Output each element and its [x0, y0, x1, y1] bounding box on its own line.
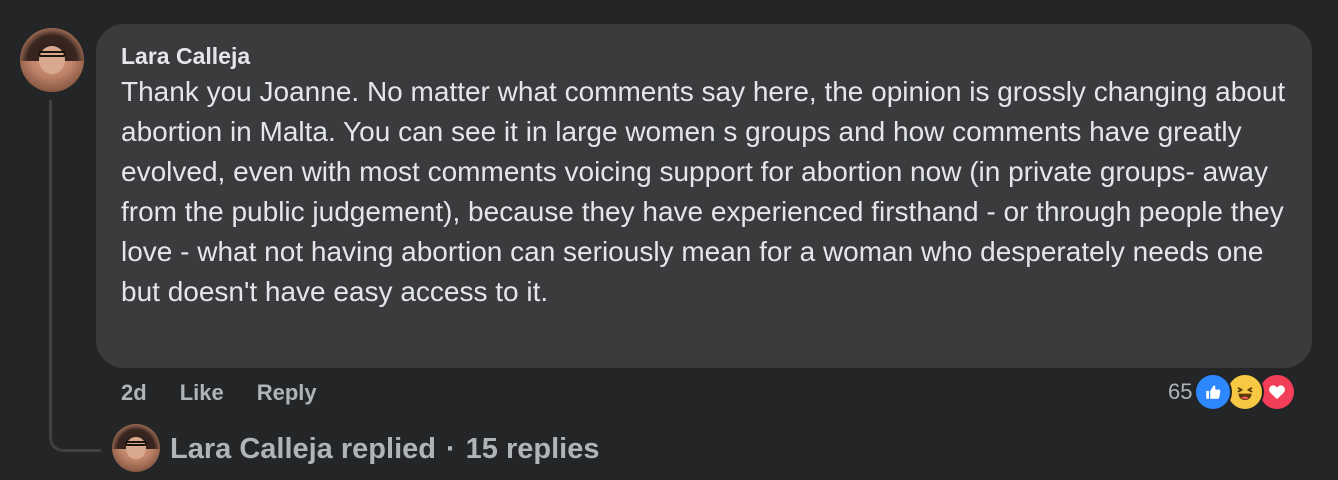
haha-icon — [1226, 373, 1265, 411]
author-avatar[interactable] — [20, 28, 84, 92]
reaction-count: 65 — [1168, 379, 1193, 404]
separator-dot: · — [445, 433, 456, 465]
love-icon — [1258, 373, 1297, 411]
comment-bubble: Lara Calleja Thank you Joanne. No matter… — [96, 24, 1312, 368]
like-button[interactable]: Like — [180, 380, 224, 406]
reply-count: 15 replies — [465, 433, 600, 465]
reply-button[interactable]: Reply — [257, 380, 317, 406]
reply-action-text: replied — [340, 433, 436, 465]
comment-author-name[interactable]: Lara Calleja — [121, 40, 1288, 72]
reply-author-name: Lara Calleja — [170, 433, 333, 465]
reply-author-avatar[interactable] — [112, 424, 160, 472]
comment-text: Thank you Joanne. No matter what comment… — [121, 76, 1286, 307]
reactions-summary[interactable]: 65 — [1168, 373, 1297, 411]
comment-timestamp[interactable]: 2d — [121, 380, 147, 406]
comment-actions: 2d Like Reply — [121, 377, 317, 409]
like-icon — [1194, 373, 1233, 411]
view-replies-link[interactable]: Lara Calleja replied · 15 replies — [170, 430, 599, 468]
thread-connector-line — [49, 100, 101, 452]
comment-thread: Lara Calleja Thank you Joanne. No matter… — [0, 0, 1338, 480]
